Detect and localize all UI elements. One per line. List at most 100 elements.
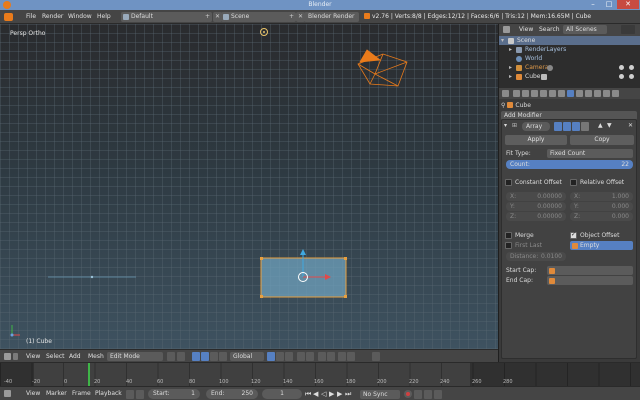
sync-mode-select[interactable]: No Sync bbox=[360, 390, 400, 399]
outliner-search-field[interactable] bbox=[621, 25, 635, 34]
data-tab-icon[interactable] bbox=[576, 90, 583, 97]
minimize-button[interactable]: – bbox=[585, 0, 601, 9]
opengl-render-button[interactable] bbox=[338, 352, 346, 361]
end-frame-field[interactable]: End: 250 bbox=[206, 389, 258, 399]
current-frame-field[interactable]: 1 bbox=[262, 389, 302, 399]
material-tab-icon[interactable] bbox=[585, 90, 592, 97]
scale-manipulator-button[interactable] bbox=[219, 352, 227, 361]
menu-view[interactable]: View bbox=[26, 390, 40, 397]
particles-tab-icon[interactable] bbox=[603, 90, 610, 97]
menu-render[interactable]: Render bbox=[42, 13, 63, 20]
render-visibility-icon[interactable] bbox=[629, 65, 634, 70]
edge-select-button[interactable] bbox=[276, 352, 284, 361]
offset-object-field[interactable]: Empty bbox=[570, 241, 633, 250]
snap-element-button[interactable] bbox=[327, 352, 335, 361]
timeline-editor[interactable]: -40 -20 0 20 40 60 80 100 120 140 160 18… bbox=[0, 362, 640, 387]
physics-tab-icon[interactable] bbox=[612, 90, 619, 97]
end-cap-field[interactable] bbox=[547, 276, 633, 285]
fit-type-select[interactable]: Fixed Count bbox=[547, 149, 633, 158]
texture-tab-icon[interactable] bbox=[594, 90, 601, 97]
copy-button[interactable]: Copy bbox=[570, 135, 634, 145]
scene-field[interactable]: Scene bbox=[221, 12, 291, 22]
editor-type-icon[interactable] bbox=[503, 26, 510, 33]
render-layers-tab-icon[interactable] bbox=[522, 90, 529, 97]
layout-add-button[interactable]: + bbox=[203, 12, 212, 22]
pin-icon[interactable]: ⚲ bbox=[501, 102, 505, 109]
world-tab-icon[interactable] bbox=[540, 90, 547, 97]
constraints-tab-icon[interactable] bbox=[558, 90, 565, 97]
outliner-row-cube[interactable]: ▸ Cube bbox=[499, 72, 640, 81]
count-field[interactable]: Count: 22 bbox=[506, 160, 633, 169]
menu-view[interactable]: View bbox=[26, 353, 40, 360]
render-engine-select[interactable]: Blender Render bbox=[304, 12, 359, 22]
render-visibility-icon[interactable] bbox=[629, 74, 634, 79]
object-offset-checkbox[interactable] bbox=[570, 231, 577, 239]
remove-modifier-icon[interactable]: ✕ bbox=[628, 122, 633, 129]
auto-keyframe-button[interactable] bbox=[404, 390, 412, 398]
editor-type-icon[interactable] bbox=[502, 90, 509, 97]
keying-set-button[interactable] bbox=[414, 390, 422, 399]
constant-offset-checkbox[interactable] bbox=[505, 179, 512, 186]
opengl-anim-button[interactable] bbox=[347, 352, 355, 361]
mode-select[interactable]: Edit Mode bbox=[107, 352, 163, 361]
show-in-edit-mode-button[interactable] bbox=[554, 122, 562, 131]
proportional-edit-button[interactable] bbox=[306, 352, 314, 361]
editor-type-icon[interactable] bbox=[4, 13, 13, 21]
face-select-button[interactable] bbox=[285, 352, 293, 361]
translate-manipulator-button[interactable] bbox=[201, 352, 209, 361]
header-collapse-icon[interactable] bbox=[13, 353, 18, 360]
move-down-icon[interactable]: ▼ bbox=[607, 122, 612, 129]
lock-range-button[interactable] bbox=[136, 390, 144, 399]
modifier-name-field[interactable]: Array bbox=[522, 122, 550, 131]
next-keyframe-icon[interactable]: ▶ bbox=[337, 390, 342, 398]
modifiers-tab-icon[interactable] bbox=[567, 90, 574, 97]
move-up-icon[interactable]: ▲ bbox=[598, 122, 603, 129]
vertex-select-button[interactable] bbox=[267, 352, 275, 361]
outliner-row-renderlayers[interactable]: ▸ RenderLayers bbox=[499, 45, 640, 54]
start-frame-field[interactable]: Start: 1 bbox=[148, 389, 200, 399]
menu-marker[interactable]: Marker bbox=[46, 390, 67, 397]
rotate-manipulator-button[interactable] bbox=[210, 352, 218, 361]
maximize-button[interactable]: □ bbox=[601, 0, 617, 9]
editor-type-icon[interactable] bbox=[4, 390, 11, 397]
render-tab-icon[interactable] bbox=[513, 90, 520, 97]
screen-layout-field[interactable]: Default bbox=[121, 12, 207, 22]
menu-file[interactable]: File bbox=[26, 13, 36, 20]
current-frame-cursor[interactable] bbox=[88, 363, 90, 387]
play-reverse-icon[interactable]: ◁ bbox=[321, 390, 326, 398]
outliner-row-world[interactable]: World bbox=[499, 54, 640, 63]
constant-offset-y[interactable]: Y: 0.00000 bbox=[506, 202, 566, 211]
render-preview-button[interactable] bbox=[372, 352, 380, 361]
relative-offset-y[interactable]: Y: 0.000 bbox=[570, 202, 633, 211]
menu-search[interactable]: Search bbox=[539, 26, 560, 33]
shading-solid-button[interactable] bbox=[167, 352, 175, 361]
close-button[interactable]: ✕ bbox=[617, 0, 639, 9]
preview-range-button[interactable] bbox=[126, 390, 134, 399]
snap-toggle-button[interactable] bbox=[318, 352, 326, 361]
merge-checkbox[interactable] bbox=[505, 232, 512, 239]
menu-mesh[interactable]: Mesh bbox=[88, 353, 104, 360]
insert-keyframe-button[interactable] bbox=[424, 390, 432, 399]
limit-selection-button[interactable] bbox=[297, 352, 305, 361]
menu-help[interactable]: Help bbox=[97, 13, 111, 20]
menu-playback[interactable]: Playback bbox=[95, 390, 122, 397]
manipulator-toggle-button[interactable] bbox=[192, 352, 200, 361]
camera-object[interactable] bbox=[357, 49, 408, 87]
menu-frame[interactable]: Frame bbox=[72, 390, 91, 397]
show-in-viewport-button[interactable] bbox=[563, 122, 571, 131]
expand-icon[interactable]: ▸ bbox=[509, 63, 512, 72]
transform-orientation-select[interactable]: Global bbox=[230, 352, 264, 361]
relative-offset-checkbox[interactable] bbox=[570, 179, 577, 186]
visibility-eye-icon[interactable] bbox=[619, 65, 624, 70]
jump-end-icon[interactable]: ⏭ bbox=[345, 390, 351, 399]
visibility-eye-icon[interactable] bbox=[619, 74, 624, 79]
expand-icon[interactable]: ▸ bbox=[509, 45, 512, 54]
prev-keyframe-icon[interactable]: ◀ bbox=[313, 390, 318, 398]
menu-add[interactable]: Add bbox=[69, 353, 81, 360]
outliner-row-camera[interactable]: ▸ Camera bbox=[499, 63, 640, 72]
show-in-render-button[interactable] bbox=[572, 122, 580, 131]
expand-icon[interactable]: ▸ bbox=[509, 72, 512, 81]
outliner-row-scene[interactable]: ▾ Scene bbox=[499, 36, 640, 45]
play-icon[interactable]: ▶ bbox=[329, 390, 334, 398]
object-tab-icon[interactable] bbox=[549, 90, 556, 97]
